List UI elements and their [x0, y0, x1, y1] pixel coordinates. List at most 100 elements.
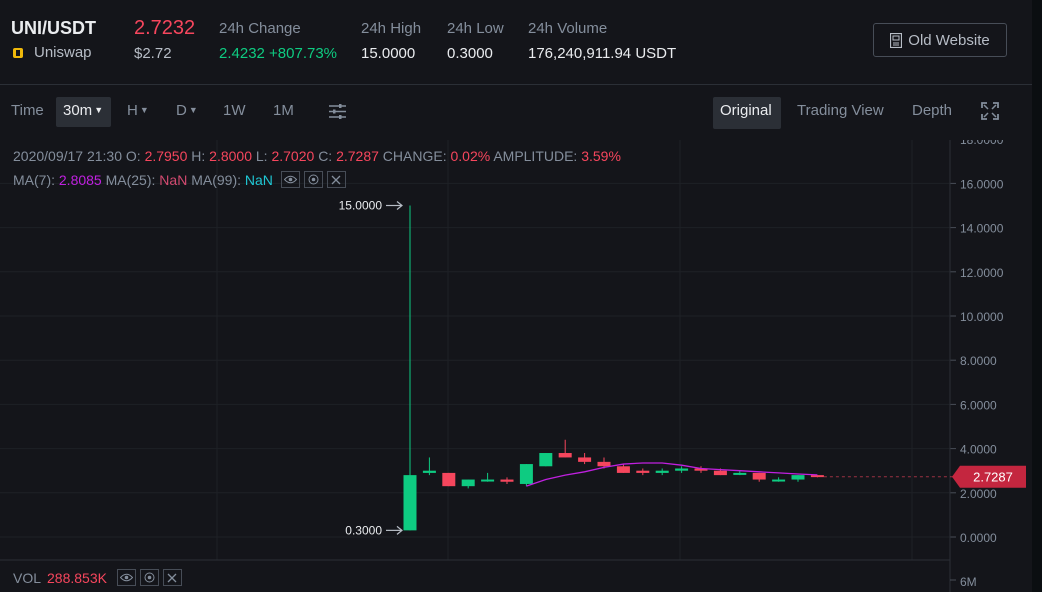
- y-tick-label-clipped: 18.0000: [960, 140, 1004, 147]
- legend-low-label: L:: [255, 148, 268, 164]
- candle-body: [442, 472, 456, 487]
- legend-high-label: H:: [191, 148, 206, 164]
- candle-body: [461, 479, 475, 487]
- coin-name[interactable]: Uniswap: [34, 44, 92, 61]
- interval-1w[interactable]: 1W: [223, 102, 246, 119]
- candle-body: [500, 479, 514, 482]
- settings-icon[interactable]: [303, 171, 323, 188]
- close-icon[interactable]: [326, 171, 346, 188]
- candle-body: [772, 479, 786, 482]
- y-tick-label: 4.0000: [960, 443, 997, 457]
- candle-body: [752, 472, 766, 480]
- candle-body: [578, 457, 592, 462]
- ohlc-legend: 2020/09/17 21:30 O: 2.7950 H: 2.8000 L: …: [13, 148, 621, 164]
- eye-icon[interactable]: [116, 569, 136, 586]
- candle-body: [403, 475, 417, 531]
- y-tick-label: 12.0000: [960, 266, 1004, 280]
- ma7-line: [526, 462, 818, 487]
- last-price: 2.7232: [134, 17, 196, 39]
- old-website-button[interactable]: Old Website: [873, 23, 1007, 57]
- candle-body: [810, 475, 824, 478]
- current-price-tag-label: 2.7287: [973, 470, 1013, 485]
- interval-30m[interactable]: 30m ▼: [63, 102, 103, 119]
- legend-low-value: 2.7020: [271, 148, 315, 164]
- stat-label: 24h Low: [447, 20, 504, 37]
- legend-close-value: 2.7287: [336, 148, 379, 164]
- y-tick-label: 16.0000: [960, 177, 1004, 191]
- ma99-value: NaN: [244, 171, 273, 188]
- interval-1m[interactable]: 1M: [273, 102, 294, 119]
- interval-day-dropdown[interactable]: D ▼: [176, 102, 198, 119]
- ma25-label: MA(25):: [105, 171, 156, 188]
- caret-down-icon: ▼: [139, 105, 149, 115]
- candle-body: [713, 470, 727, 476]
- y-tick-label: 6.0000: [960, 398, 997, 412]
- stat-value: 2.4232 +807.73%: [219, 45, 338, 62]
- volume-label: VOL: [13, 569, 42, 586]
- legend-change-value: 0.02%: [450, 148, 491, 164]
- coin-badge-icon: [13, 47, 23, 58]
- y-tick-label: 10.0000: [960, 310, 1004, 324]
- legend-high-value: 2.8000: [209, 148, 252, 164]
- stat-24h-high: 24h High 15.0000: [361, 20, 421, 62]
- stat-24h-change: 24h Change 2.4232 +807.73%: [219, 20, 337, 62]
- y-tick-label: 0.0000: [960, 531, 997, 545]
- ma-legend: MA(7): 2.8085 MA(25): NaN MA(99): NaN: [13, 171, 346, 188]
- interval-hour-dropdown[interactable]: H ▼: [127, 102, 149, 119]
- page-scroll-edge: [1032, 0, 1042, 592]
- y-tick-label: 14.0000: [960, 222, 1004, 236]
- stat-value: 176,240,911.94 USDT: [528, 45, 677, 62]
- interval-30m-label: 30m: [63, 102, 93, 119]
- chart-toolbar: Time 30m ▼ H ▼ D ▼ 1W 1M Original Trading V…: [0, 86, 1032, 138]
- y-tick-label: 2.0000: [960, 487, 997, 501]
- stat-value: 15.0000: [361, 45, 416, 62]
- stat-label: 24h Change: [219, 20, 301, 37]
- candle-body: [539, 453, 553, 467]
- settings-icon[interactable]: [139, 569, 159, 586]
- candle-body: [655, 470, 669, 473]
- legend-amplitude-label: AMPLITUDE:: [493, 148, 578, 164]
- stat-label: 24h High: [361, 20, 422, 37]
- candle-body: [597, 461, 611, 467]
- volume-value: 288.853K: [47, 569, 107, 586]
- old-website-label: Old Website: [908, 31, 990, 49]
- candle-body: [636, 470, 650, 473]
- candle-body: [481, 479, 495, 482]
- volume-tick-label: 6M: [960, 575, 977, 589]
- interval-day-label: D: [176, 102, 187, 119]
- legend-open-value: 2.7950: [144, 148, 188, 164]
- caret-down-icon: ▼: [188, 105, 198, 115]
- candle-body: [558, 453, 572, 458]
- legend-amplitude-value: 3.59%: [581, 148, 621, 164]
- interval-hour-label: H: [127, 102, 138, 119]
- high-marker-label: 15.0000: [339, 199, 383, 213]
- candlestick-chart[interactable]: 16.0000 14.0000 12.0000 10.0000 8.0000 6.0000…: [0, 140, 1032, 592]
- candle-body: [791, 475, 805, 480]
- view-depth-tab[interactable]: Depth: [912, 102, 952, 119]
- y-tick-label: 8.0000: [960, 354, 997, 368]
- eye-icon[interactable]: [280, 171, 300, 188]
- ma99-label: MA(99):: [191, 171, 241, 188]
- ma7-value: 2.8085: [58, 171, 102, 188]
- view-original-tab[interactable]: Original: [720, 102, 772, 119]
- close-icon[interactable]: [162, 569, 182, 586]
- fullscreen-icon[interactable]: [980, 101, 1000, 121]
- legend-datetime: 2020/09/17 21:30: [13, 148, 122, 164]
- stat-label: 24h Volume: [528, 20, 608, 37]
- ma7-label: MA(7):: [13, 171, 55, 188]
- stat-24h-low: 24h Low 0.3000: [447, 20, 504, 62]
- stat-24h-volume: 24h Volume 176,240,911.94 USDT: [528, 20, 676, 62]
- coin-info: Uniswap: [12, 44, 92, 61]
- low-marker-label: 0.3000: [345, 523, 382, 537]
- candle-body: [616, 466, 630, 473]
- stat-value: 0.3000: [447, 45, 493, 62]
- candle-body: [519, 464, 533, 484]
- time-label: Time: [11, 102, 44, 119]
- indicator-settings-icon[interactable]: [328, 103, 347, 120]
- pair-symbol[interactable]: UNI/USDT: [11, 18, 96, 39]
- legend-open-label: O:: [125, 148, 141, 164]
- legend-change-label: CHANGE:: [382, 148, 447, 164]
- view-trading-view-tab[interactable]: Trading View: [797, 102, 884, 119]
- last-price-usd: $2.72: [134, 45, 172, 62]
- candle-body: [733, 472, 747, 475]
